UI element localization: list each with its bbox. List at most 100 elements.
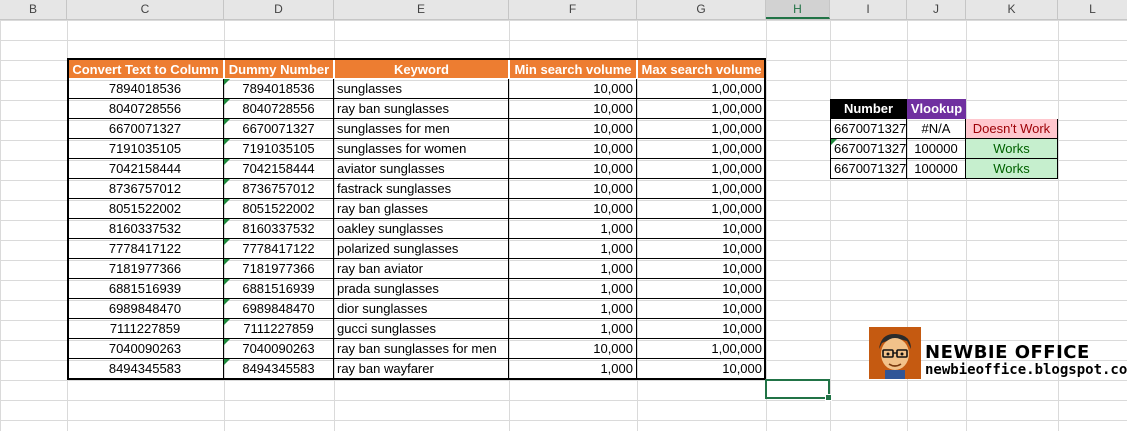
cell-dummy-number[interactable]: 8494345583 xyxy=(224,359,334,379)
cell-convert-text[interactable]: 7191035105 xyxy=(67,139,224,159)
cell-keyword[interactable]: sunglasses xyxy=(334,79,509,99)
cell-keyword[interactable]: oakley sunglasses xyxy=(334,219,509,239)
cell-convert-text[interactable]: 7181977366 xyxy=(67,259,224,279)
header-convert-text[interactable]: Convert Text to Column xyxy=(67,59,224,79)
cell-convert-text[interactable]: 7040090263 xyxy=(67,339,224,359)
cell-keyword[interactable]: ray ban aviator xyxy=(334,259,509,279)
header-min-search-volume[interactable]: Min search volume xyxy=(509,59,637,79)
cell-min-volume[interactable]: 10,000 xyxy=(509,159,637,179)
cell-keyword[interactable]: sunglasses for men xyxy=(334,119,509,139)
cell-keyword[interactable]: ray ban wayfarer xyxy=(334,359,509,379)
cell-min-volume[interactable]: 1,000 xyxy=(509,299,637,319)
cell-keyword[interactable]: polarized sunglasses xyxy=(334,239,509,259)
header-keyword[interactable]: Keyword xyxy=(334,59,509,79)
cell-dummy-number[interactable]: 8736757012 xyxy=(224,179,334,199)
cell-convert-text[interactable]: 7894018536 xyxy=(67,79,224,99)
lookup-cell-status[interactable]: Doesn't Work xyxy=(966,119,1058,139)
cell-keyword[interactable]: gucci sunglasses xyxy=(334,319,509,339)
cell-max-volume[interactable]: 1,00,000 xyxy=(637,99,766,119)
cell-min-volume[interactable]: 1,000 xyxy=(509,259,637,279)
lookup-cell-number[interactable]: 6670071327 xyxy=(830,159,907,179)
lookup-header-number[interactable]: Number xyxy=(830,99,907,119)
column-header-c[interactable]: C xyxy=(67,0,224,19)
cell-dummy-number[interactable]: 8160337532 xyxy=(224,219,334,239)
column-header-h[interactable]: H xyxy=(766,0,830,19)
cell-dummy-number[interactable]: 8051522002 xyxy=(224,199,334,219)
cell-min-volume[interactable]: 10,000 xyxy=(509,119,637,139)
lookup-cell-status[interactable]: Works xyxy=(966,159,1058,179)
cell-dummy-number[interactable]: 7042158444 xyxy=(224,159,334,179)
cell-max-volume[interactable]: 10,000 xyxy=(637,259,766,279)
column-header-k[interactable]: K xyxy=(966,0,1058,19)
column-header-j[interactable]: J xyxy=(907,0,966,19)
cell-min-volume[interactable]: 10,000 xyxy=(509,339,637,359)
cell-min-volume[interactable]: 1,000 xyxy=(509,359,637,379)
cell-min-volume[interactable]: 1,000 xyxy=(509,219,637,239)
cell-convert-text[interactable]: 6670071327 xyxy=(67,119,224,139)
cell-min-volume[interactable]: 10,000 xyxy=(509,99,637,119)
cell-max-volume[interactable]: 10,000 xyxy=(637,239,766,259)
cell-dummy-number[interactable]: 6670071327 xyxy=(224,119,334,139)
cell-convert-text[interactable]: 7042158444 xyxy=(67,159,224,179)
lookup-cell-number[interactable]: 6670071327 xyxy=(830,119,907,139)
cell-min-volume[interactable]: 10,000 xyxy=(509,139,637,159)
cell-keyword[interactable]: aviator sunglasses xyxy=(334,159,509,179)
cell-keyword[interactable]: ray ban sunglasses xyxy=(334,99,509,119)
cell-dummy-number[interactable]: 6881516939 xyxy=(224,279,334,299)
cell-dummy-number[interactable]: 8040728556 xyxy=(224,99,334,119)
lookup-cell-vlookup[interactable]: #N/A xyxy=(907,119,966,139)
cell-keyword[interactable]: ray ban glasses xyxy=(334,199,509,219)
cell-max-volume[interactable]: 10,000 xyxy=(637,219,766,239)
cell-min-volume[interactable]: 1,000 xyxy=(509,279,637,299)
lookup-header-vlookup[interactable]: Vlookup xyxy=(907,99,966,119)
cell-convert-text[interactable]: 8160337532 xyxy=(67,219,224,239)
cell-dummy-number[interactable]: 7778417122 xyxy=(224,239,334,259)
cell-dummy-number[interactable]: 7181977366 xyxy=(224,259,334,279)
cell-max-volume[interactable]: 1,00,000 xyxy=(637,139,766,159)
cell-convert-text[interactable]: 7778417122 xyxy=(67,239,224,259)
header-dummy-number[interactable]: Dummy Number xyxy=(224,59,334,79)
column-header-l[interactable]: L xyxy=(1058,0,1127,19)
lookup-cell-status[interactable]: Works xyxy=(966,139,1058,159)
lookup-cell-number[interactable]: 6670071327 xyxy=(830,139,907,159)
header-max-search-volume[interactable]: Max search volume xyxy=(637,59,766,79)
cell-dummy-number[interactable]: 7894018536 xyxy=(224,79,334,99)
cell-keyword[interactable]: ray ban sunglasses for men xyxy=(334,339,509,359)
cell-keyword[interactable]: dior sunglasses xyxy=(334,299,509,319)
cell-convert-text[interactable]: 6989848470 xyxy=(67,299,224,319)
cell-min-volume[interactable]: 10,000 xyxy=(509,199,637,219)
cell-max-volume[interactable]: 10,000 xyxy=(637,299,766,319)
lookup-cell-vlookup[interactable]: 100000 xyxy=(907,139,966,159)
cell-keyword[interactable]: sunglasses for women xyxy=(334,139,509,159)
active-cell-selection[interactable] xyxy=(765,379,832,401)
column-header-e[interactable]: E xyxy=(334,0,509,19)
cell-convert-text[interactable]: 6881516939 xyxy=(67,279,224,299)
cell-max-volume[interactable]: 10,000 xyxy=(637,279,766,299)
cell-convert-text[interactable]: 7111227859 xyxy=(67,319,224,339)
column-header-d[interactable]: D xyxy=(224,0,334,19)
cell-max-volume[interactable]: 1,00,000 xyxy=(637,339,766,359)
cell-min-volume[interactable]: 10,000 xyxy=(509,179,637,199)
cell-convert-text[interactable]: 8494345583 xyxy=(67,359,224,379)
cell-min-volume[interactable]: 1,000 xyxy=(509,239,637,259)
cell-convert-text[interactable]: 8736757012 xyxy=(67,179,224,199)
cell-dummy-number[interactable]: 7040090263 xyxy=(224,339,334,359)
cell-convert-text[interactable]: 8051522002 xyxy=(67,199,224,219)
cell-convert-text[interactable]: 8040728556 xyxy=(67,99,224,119)
cell-max-volume[interactable]: 10,000 xyxy=(637,319,766,339)
column-header-b[interactable]: B xyxy=(0,0,67,19)
cell-dummy-number[interactable]: 6989848470 xyxy=(224,299,334,319)
cell-keyword[interactable]: prada sunglasses xyxy=(334,279,509,299)
column-header-i[interactable]: I xyxy=(830,0,907,19)
column-header-f[interactable]: F xyxy=(509,0,637,19)
column-header-g[interactable]: G xyxy=(637,0,766,19)
cell-max-volume[interactable]: 1,00,000 xyxy=(637,179,766,199)
cell-max-volume[interactable]: 1,00,000 xyxy=(637,199,766,219)
cell-max-volume[interactable]: 1,00,000 xyxy=(637,119,766,139)
cell-min-volume[interactable]: 10,000 xyxy=(509,79,637,99)
cell-max-volume[interactable]: 1,00,000 xyxy=(637,159,766,179)
lookup-cell-vlookup[interactable]: 100000 xyxy=(907,159,966,179)
cell-dummy-number[interactable]: 7191035105 xyxy=(224,139,334,159)
cell-min-volume[interactable]: 1,000 xyxy=(509,319,637,339)
cell-max-volume[interactable]: 1,00,000 xyxy=(637,79,766,99)
